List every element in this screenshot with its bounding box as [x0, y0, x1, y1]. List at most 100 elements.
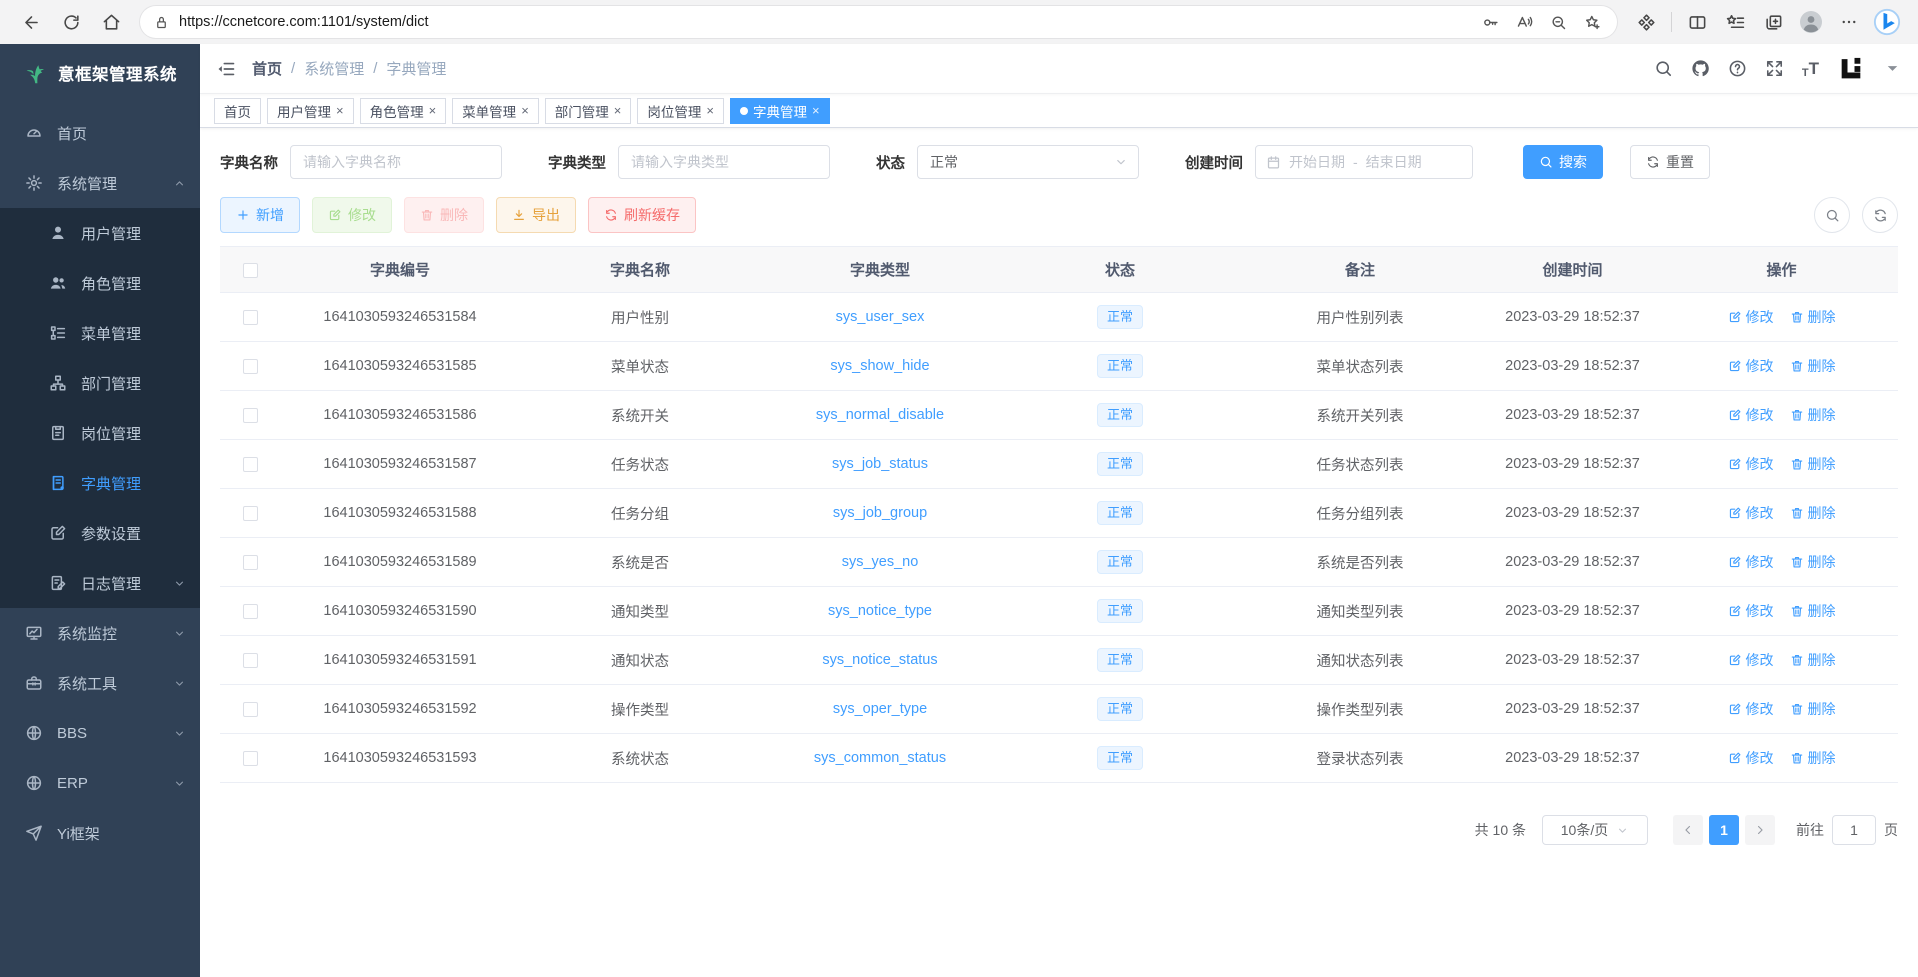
edit-link[interactable]: 修改: [1728, 650, 1774, 670]
dict-type-link[interactable]: sys_common_status: [814, 750, 946, 766]
edit-link[interactable]: 修改: [1728, 356, 1774, 376]
row-checkbox[interactable]: [243, 555, 258, 570]
toggle-search-button[interactable]: [1814, 197, 1850, 233]
delete-link[interactable]: 删除: [1790, 748, 1836, 768]
search-icon[interactable]: [1654, 59, 1673, 78]
sidebar-item-yi-framework[interactable]: Yi框架: [0, 808, 200, 858]
tab-dict-management[interactable]: 字典管理×: [730, 98, 830, 124]
browser-refresh-button[interactable]: [54, 5, 88, 39]
delete-link[interactable]: 删除: [1790, 356, 1836, 376]
sidebar-item-system-monitor[interactable]: 系统监控: [0, 608, 200, 658]
add-button[interactable]: 新增: [220, 197, 300, 233]
row-checkbox[interactable]: [243, 653, 258, 668]
favorite-button[interactable]: [1577, 7, 1607, 37]
delete-link[interactable]: 删除: [1790, 405, 1836, 425]
delete-link[interactable]: 删除: [1790, 503, 1836, 523]
prev-page-button[interactable]: [1673, 815, 1703, 845]
sidebar-item-dict-management[interactable]: 字典管理: [0, 458, 200, 508]
close-icon[interactable]: ×: [521, 103, 529, 118]
app-logo[interactable]: 意框架管理系统: [0, 44, 200, 102]
tab-user-management[interactable]: 用户管理×: [267, 98, 354, 124]
refresh-table-button[interactable]: [1862, 197, 1898, 233]
row-checkbox[interactable]: [243, 359, 258, 374]
search-button[interactable]: 搜索: [1523, 145, 1603, 179]
tab-home[interactable]: 首页: [214, 98, 261, 124]
reset-button[interactable]: 重置: [1630, 145, 1710, 179]
edit-link[interactable]: 修改: [1728, 552, 1774, 572]
dict-type-input[interactable]: [618, 145, 830, 179]
dict-type-link[interactable]: sys_job_group: [833, 505, 927, 521]
tab-post-management[interactable]: 岗位管理×: [637, 98, 724, 124]
dict-type-link[interactable]: sys_user_sex: [836, 309, 925, 325]
zoom-out-button[interactable]: [1543, 7, 1573, 37]
dict-type-link[interactable]: sys_notice_type: [828, 603, 932, 619]
delete-link[interactable]: 删除: [1790, 552, 1836, 572]
close-icon[interactable]: ×: [706, 103, 714, 118]
browser-home-button[interactable]: [94, 5, 128, 39]
sidebar-item-erp[interactable]: ERP: [0, 758, 200, 808]
row-checkbox[interactable]: [243, 457, 258, 472]
sidebar-item-user-management[interactable]: 用户管理: [0, 208, 200, 258]
dict-type-link[interactable]: sys_normal_disable: [816, 407, 944, 423]
row-checkbox[interactable]: [243, 751, 258, 766]
collections-button[interactable]: [1756, 5, 1790, 39]
sidebar-item-post-management[interactable]: 岗位管理: [0, 408, 200, 458]
row-checkbox[interactable]: [243, 702, 258, 717]
sidebar-item-role-management[interactable]: 角色管理: [0, 258, 200, 308]
browser-menu-button[interactable]: [1832, 5, 1866, 39]
dict-type-link[interactable]: sys_oper_type: [833, 701, 927, 717]
profile-button[interactable]: [1794, 5, 1828, 39]
refresh-cache-button[interactable]: 刷新缓存: [588, 197, 696, 233]
dict-name-input[interactable]: [290, 145, 502, 179]
user-avatar[interactable]: [1837, 55, 1865, 83]
sidebar-fold-icon[interactable]: [216, 59, 236, 79]
edit-link[interactable]: 修改: [1728, 503, 1774, 523]
browser-essentials-button[interactable]: [1629, 5, 1663, 39]
split-screen-button[interactable]: [1680, 5, 1714, 39]
browser-back-button[interactable]: [14, 5, 48, 39]
sidebar-item-system-tools[interactable]: 系统工具: [0, 658, 200, 708]
dict-type-link[interactable]: sys_show_hide: [830, 358, 929, 374]
close-icon[interactable]: ×: [614, 103, 622, 118]
delete-link[interactable]: 删除: [1790, 650, 1836, 670]
select-all-checkbox[interactable]: [243, 263, 258, 278]
github-icon[interactable]: [1691, 59, 1710, 78]
sidebar-item-dept-management[interactable]: 部门管理: [0, 358, 200, 408]
close-icon[interactable]: ×: [429, 103, 437, 118]
delete-link[interactable]: 删除: [1790, 454, 1836, 474]
edit-link[interactable]: 修改: [1728, 748, 1774, 768]
delete-link[interactable]: 删除: [1790, 307, 1836, 327]
sidebar-item-log-management[interactable]: 日志管理: [0, 558, 200, 608]
bing-chat-button[interactable]: [1870, 5, 1904, 39]
help-icon[interactable]: [1728, 59, 1747, 78]
caret-down-icon[interactable]: [1883, 59, 1902, 78]
close-icon[interactable]: ×: [812, 103, 820, 118]
sidebar-item-menu-management[interactable]: 菜单管理: [0, 308, 200, 358]
password-button[interactable]: [1475, 7, 1505, 37]
page-1-button[interactable]: 1: [1709, 815, 1739, 845]
close-icon[interactable]: ×: [336, 103, 344, 118]
edit-link[interactable]: 修改: [1728, 699, 1774, 719]
edit-link[interactable]: 修改: [1728, 307, 1774, 327]
edit-link[interactable]: 修改: [1728, 601, 1774, 621]
tab-menu-management[interactable]: 菜单管理×: [452, 98, 539, 124]
sidebar-item-bbs[interactable]: BBS: [0, 708, 200, 758]
fullscreen-icon[interactable]: [1765, 59, 1784, 78]
status-select[interactable]: 正常: [917, 145, 1139, 179]
edit-link[interactable]: 修改: [1728, 405, 1774, 425]
dict-type-link[interactable]: sys_yes_no: [842, 554, 919, 570]
sidebar-item-system-management[interactable]: 系统管理: [0, 158, 200, 208]
sidebar-item-home[interactable]: 首页: [0, 108, 200, 158]
dict-type-link[interactable]: sys_job_status: [832, 456, 928, 472]
breadcrumb-item[interactable]: 首页: [252, 58, 282, 79]
delete-button[interactable]: 删除: [404, 197, 484, 233]
delete-link[interactable]: 删除: [1790, 601, 1836, 621]
edit-button[interactable]: 修改: [312, 197, 392, 233]
tab-dept-management[interactable]: 部门管理×: [545, 98, 632, 124]
delete-link[interactable]: 删除: [1790, 699, 1836, 719]
export-button[interactable]: 导出: [496, 197, 576, 233]
font-size-icon[interactable]: TT: [1802, 59, 1819, 79]
tab-role-management[interactable]: 角色管理×: [360, 98, 447, 124]
sidebar-item-param-settings[interactable]: 参数设置: [0, 508, 200, 558]
dict-type-link[interactable]: sys_notice_status: [822, 652, 937, 668]
